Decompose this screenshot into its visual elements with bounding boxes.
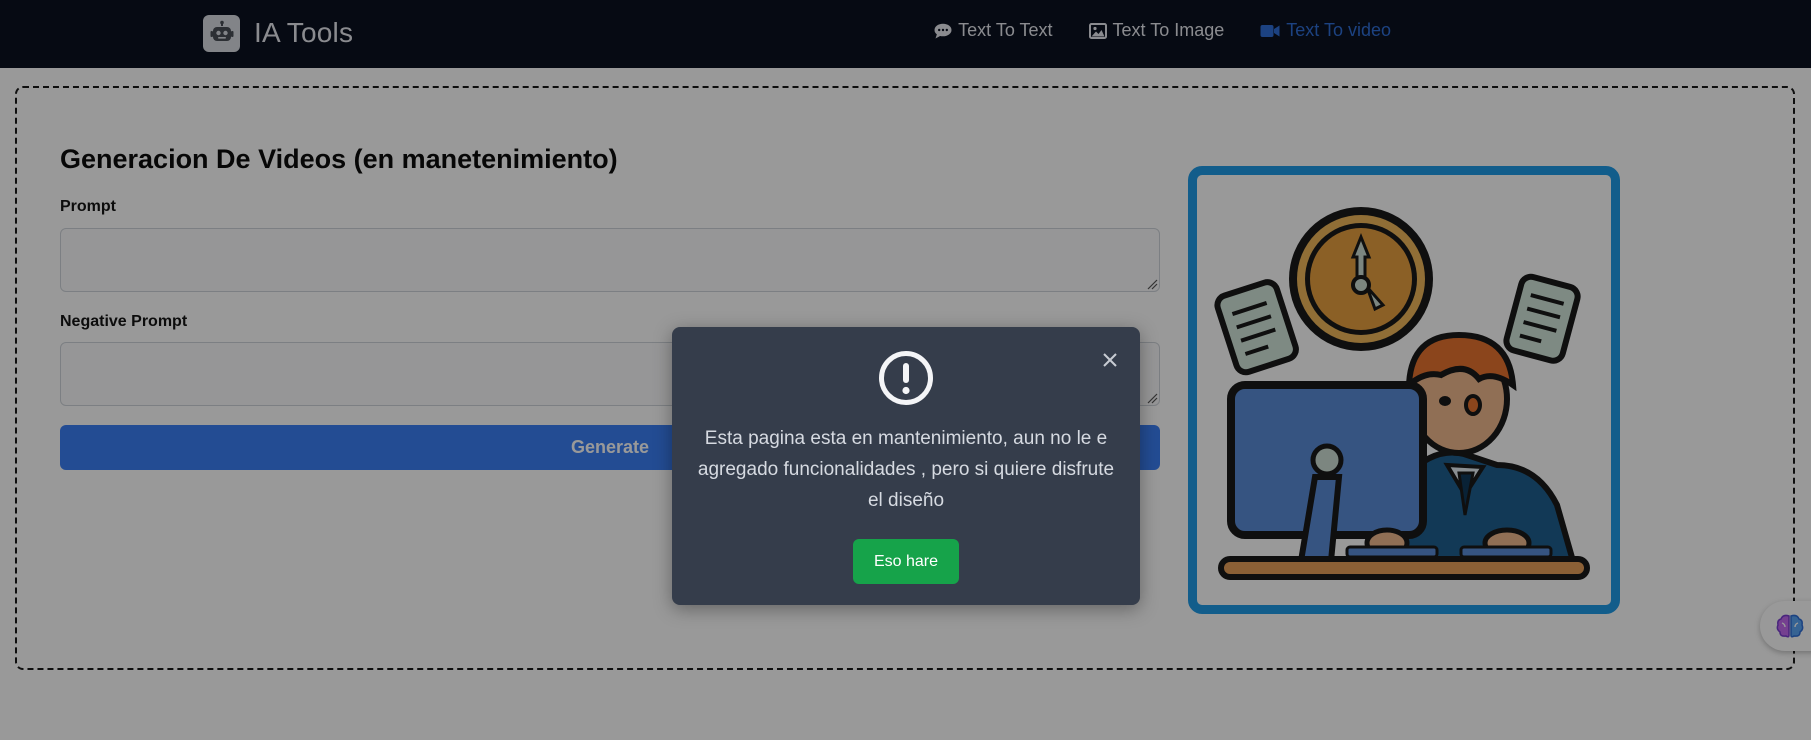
modal-message: Esta pagina esta en mantenimiento, aun n… xyxy=(697,428,1115,511)
close-icon[interactable] xyxy=(1100,350,1120,370)
maintenance-modal: Esta pagina esta en mantenimiento, aun n… xyxy=(672,327,1140,605)
confirm-button[interactable]: Eso hare xyxy=(853,539,959,584)
exclamation-circle-icon xyxy=(879,351,933,405)
